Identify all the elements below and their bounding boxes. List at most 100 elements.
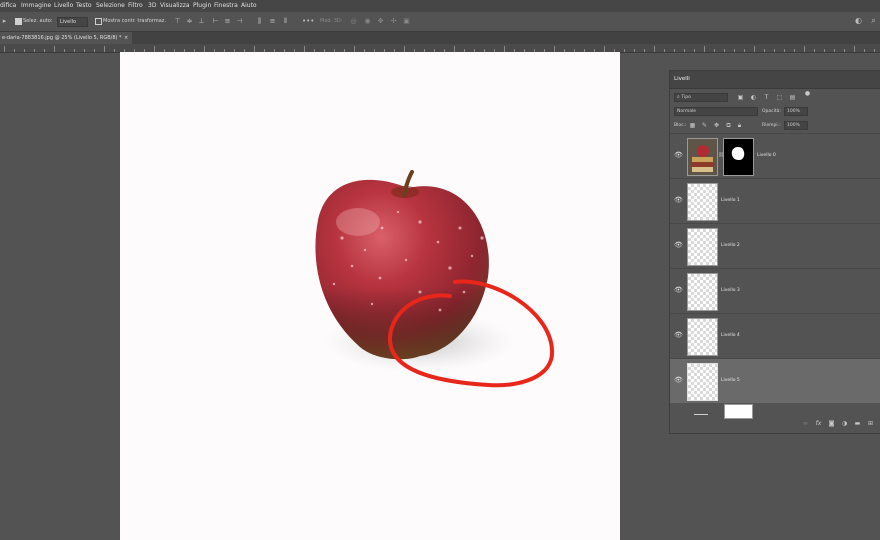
layers-panel-footer: ∞ fx ◙ ◑ ▬ ⊞ bbox=[670, 419, 880, 429]
lock-artboard-icon[interactable]: ⧉ bbox=[725, 122, 732, 129]
mask-icon[interactable]: ◙ bbox=[828, 420, 835, 427]
menu-finestra[interactable]: Finestra bbox=[214, 0, 238, 12]
document-canvas[interactable] bbox=[120, 52, 620, 540]
opacity-field[interactable]: 100% bbox=[784, 107, 808, 116]
layer-name[interactable]: Livello 5 bbox=[721, 378, 740, 383]
more-options-icon[interactable]: ••• bbox=[302, 17, 314, 25]
ruler-tick bbox=[34, 49, 35, 52]
distribute-top-icon[interactable]: ⫼ bbox=[256, 17, 263, 25]
ruler-tick bbox=[4, 46, 5, 52]
layer-name[interactable]: Livello 2 bbox=[721, 243, 740, 248]
layer-row-livello-2[interactable]: 👁︎ Livello 2 bbox=[670, 223, 880, 268]
show-transform-label: Mostra contr. trasformaz. bbox=[103, 18, 166, 24]
layer-row-livello-5[interactable]: 👁︎ Livello 5 bbox=[670, 358, 880, 403]
close-tab-icon[interactable]: × bbox=[124, 32, 128, 44]
layer-thumbnail bbox=[687, 273, 718, 311]
link-icon[interactable]: ∞ bbox=[802, 420, 809, 427]
layer-name[interactable]: Livello 4 bbox=[721, 333, 740, 338]
menu-immagine[interactable]: Immagine bbox=[21, 0, 51, 12]
menu-modifica[interactable]: difica bbox=[0, 0, 16, 12]
visibility-eye-icon[interactable]: 👁︎ bbox=[674, 287, 683, 294]
filter-smart-object-icon[interactable]: ▤ bbox=[789, 94, 796, 101]
layer-row-livello-4[interactable]: 👁︎ Livello 4 bbox=[670, 313, 880, 358]
group-icon[interactable]: ▬ bbox=[854, 420, 861, 427]
layer-row-livello-3[interactable]: 👁︎ Livello 3 bbox=[670, 268, 880, 313]
layers-panel-title[interactable]: Livelli bbox=[674, 76, 690, 82]
menu-livello[interactable]: Livello bbox=[54, 0, 73, 12]
ruler-tick bbox=[74, 49, 75, 52]
opacity-label: Opacità: bbox=[762, 109, 781, 114]
visibility-eye-icon[interactable]: 👁︎ bbox=[674, 152, 683, 159]
ruler-tick bbox=[14, 49, 15, 52]
3d-roll-icon[interactable]: ◉ bbox=[364, 17, 371, 25]
ruler-tick bbox=[624, 49, 625, 52]
visibility-eye-icon[interactable]: 👁︎ bbox=[674, 242, 683, 249]
ruler-tick bbox=[694, 49, 695, 52]
layer-thumbnail bbox=[687, 318, 718, 356]
fx-icon[interactable]: fx bbox=[815, 420, 822, 427]
ruler-tick bbox=[864, 49, 865, 52]
filter-adjustment-icon[interactable]: ◐ bbox=[750, 94, 757, 101]
menu-visualizza[interactable]: Visualizza bbox=[160, 0, 190, 12]
align-bottom-icon[interactable]: ⊥ bbox=[198, 17, 205, 25]
ruler-tick bbox=[764, 49, 765, 52]
visibility-eye-icon[interactable]: 👁︎ bbox=[674, 377, 683, 384]
lock-all-icon[interactable]: 🔒︎ bbox=[736, 122, 743, 129]
layer-name[interactable]: Livello 1 bbox=[721, 198, 740, 203]
align-vcenter-icon[interactable]: ≑ bbox=[186, 17, 193, 25]
layer-name[interactable]: Livello 0 bbox=[757, 153, 776, 158]
document-tab-title: e-daria-7883816.jpg @ 25% (Livello 5, RG… bbox=[2, 35, 122, 41]
3d-rotate-icon[interactable]: ◎ bbox=[350, 17, 357, 25]
distribute-center-icon[interactable]: ≡ bbox=[269, 17, 276, 25]
filter-type-icon[interactable]: T bbox=[763, 94, 770, 101]
menu-3d[interactable]: 3D bbox=[148, 0, 156, 12]
fill-value: 100% bbox=[787, 123, 800, 128]
new-layer-icon[interactable]: ⊞ bbox=[867, 420, 874, 427]
mode-3d-label: Mod. 3D: bbox=[320, 18, 343, 24]
layer-thumbnail bbox=[687, 183, 718, 221]
layer-mask-thumbnail[interactable] bbox=[723, 138, 754, 176]
filter-pixel-icon[interactable]: ▣ bbox=[737, 94, 744, 101]
visibility-eye-icon[interactable]: 👁︎ bbox=[674, 332, 683, 339]
search-icon[interactable]: ⌕ bbox=[870, 17, 877, 25]
3d-pan-icon[interactable]: ✥ bbox=[377, 17, 384, 25]
filter-shape-icon[interactable]: ⬚ bbox=[776, 94, 783, 101]
user-account-icon[interactable]: ◐ bbox=[855, 17, 862, 25]
layer-row-livello-1[interactable]: 👁︎ Livello 1 bbox=[670, 178, 880, 223]
layer-kind-filter[interactable]: ⌕ Tipo bbox=[674, 93, 728, 102]
show-transform-checkbox[interactable] bbox=[95, 18, 102, 25]
menu-plugin[interactable]: Plugin bbox=[193, 0, 211, 12]
visibility-eye-icon[interactable]: 👁︎ bbox=[674, 197, 683, 204]
menu-testo[interactable]: Testo bbox=[76, 0, 92, 12]
layers-panel: Livelli ⌕ Tipo ▣ ◐ T ⬚ ▤ ● Normale Opaci… bbox=[669, 70, 880, 434]
layer-row-livello-0[interactable]: 👁︎ ⛓︎ Livello 0 bbox=[670, 133, 880, 178]
ruler-tick bbox=[674, 49, 675, 52]
document-tab[interactable]: e-daria-7883816.jpg @ 25% (Livello 5, RG… bbox=[0, 32, 132, 44]
move-tool-icon[interactable]: ▸ bbox=[1, 17, 8, 25]
distribute-bottom-icon[interactable]: ⫴ bbox=[282, 17, 289, 25]
auto-select-dropdown[interactable]: Livello bbox=[57, 17, 88, 27]
auto-select-checkbox[interactable] bbox=[15, 18, 22, 25]
menu-filtro[interactable]: Filtro bbox=[128, 0, 143, 12]
align-hcenter-icon[interactable]: ≡ bbox=[224, 17, 231, 25]
menu-selezione[interactable]: Selezione bbox=[96, 0, 125, 12]
align-top-icon[interactable]: ⊤ bbox=[174, 17, 181, 25]
ruler-tick bbox=[684, 49, 685, 52]
adjustment-icon[interactable]: ◑ bbox=[841, 420, 848, 427]
layer-name[interactable]: Livello 3 bbox=[721, 288, 740, 293]
blend-mode-dropdown[interactable]: Normale bbox=[674, 107, 758, 116]
layer-kind-value: Tipo bbox=[681, 95, 691, 100]
lock-transparent-icon[interactable]: ▦ bbox=[689, 122, 696, 129]
align-right-icon[interactable]: ⊣ bbox=[236, 17, 243, 25]
ruler-tick bbox=[24, 49, 25, 52]
3d-slide-icon[interactable]: ✢ bbox=[390, 17, 397, 25]
fill-field[interactable]: 100% bbox=[784, 121, 808, 130]
canvas-artwork bbox=[315, 170, 555, 388]
3d-scale-icon[interactable]: ▣ bbox=[403, 17, 410, 25]
menu-aiuto[interactable]: Aiuto bbox=[241, 0, 257, 12]
filter-toggle-icon[interactable]: ● bbox=[804, 90, 811, 97]
layers-panel-header: Livelli bbox=[670, 71, 880, 89]
lock-position-icon[interactable]: ✥ bbox=[713, 122, 720, 129]
lock-pixels-icon[interactable]: ✎ bbox=[701, 122, 708, 129]
align-left-icon[interactable]: ⊢ bbox=[212, 17, 219, 25]
